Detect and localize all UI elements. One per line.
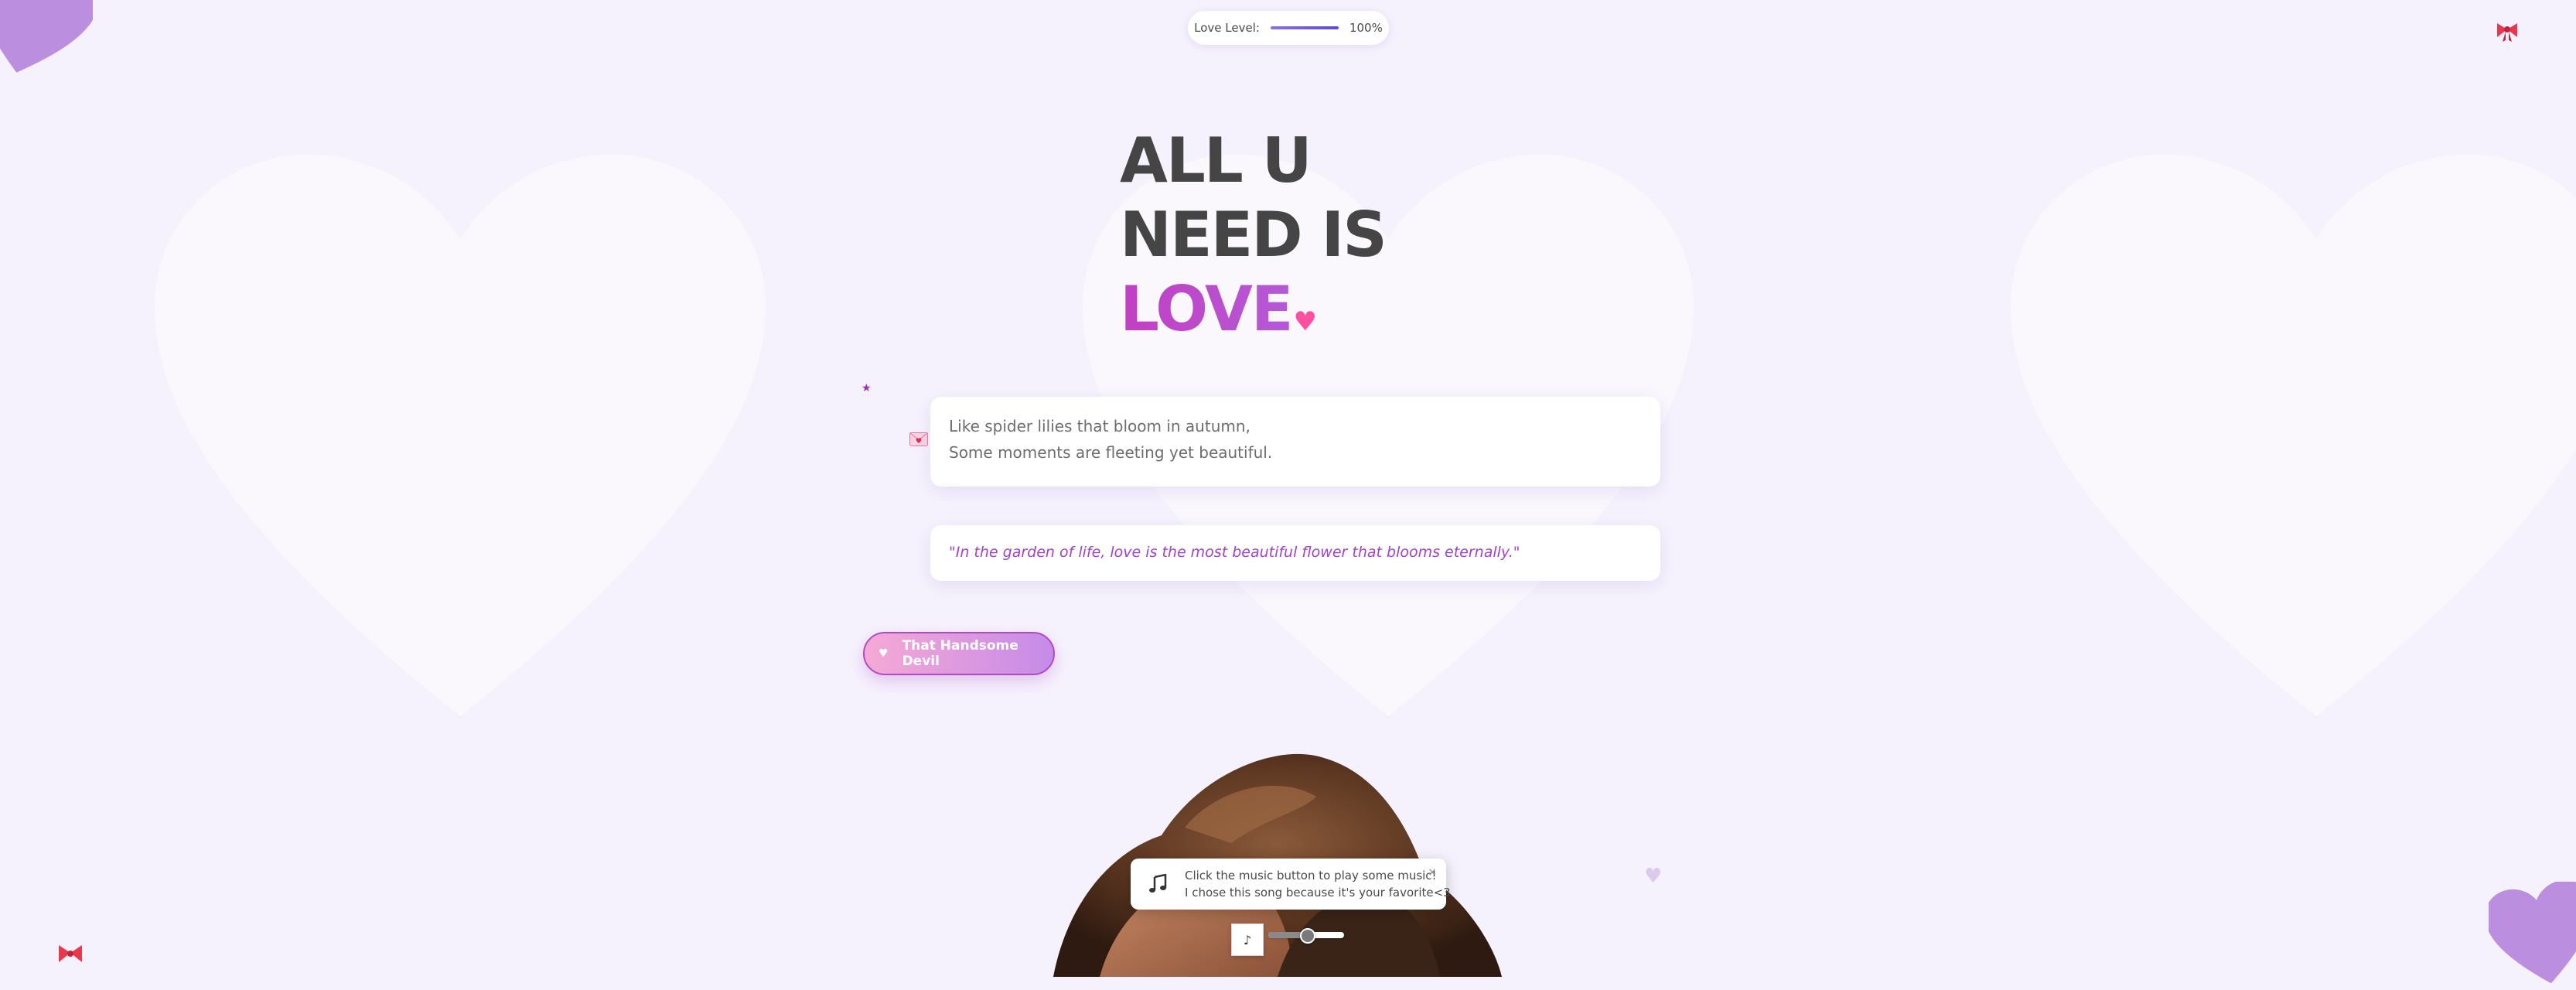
headline-line-2: NEED IS <box>1120 199 1387 271</box>
envelope-heart-icon <box>909 432 928 446</box>
close-icon[interactable]: × <box>1428 866 1437 879</box>
music-notification: Click the music button to play some musi… <box>1131 859 1451 910</box>
small-heart-icon: ♥ <box>1644 865 1663 888</box>
love-level-value: 100% <box>1349 21 1383 35</box>
music-note-icon <box>1149 874 1167 893</box>
love-level-meter: Love Level: 100% <box>1188 11 1389 45</box>
background-heart-left <box>155 155 766 717</box>
headline: ALL U NEED IS LOVE♥ <box>1120 124 1387 359</box>
poem-line-2: Some moments are fleeting yet beautiful. <box>949 443 1273 462</box>
volume-slider[interactable] <box>1268 928 1344 944</box>
bow-icon-bottom-left <box>59 945 82 962</box>
love-level-fill <box>1270 26 1339 29</box>
handsome-devil-button[interactable]: ♥ That Handsome Devil <box>863 632 1055 675</box>
quote-text: "In the garden of life, love is the most… <box>949 544 1520 561</box>
corner-heart-top-left-icon <box>0 0 93 73</box>
love-level-track <box>1270 26 1339 29</box>
poem-line-1: Like spider lilies that bloom in autumn, <box>949 417 1250 435</box>
music-notification-line-1: Click the music button to play some musi… <box>1185 869 1437 882</box>
headline-line-1: ALL U <box>1120 125 1312 196</box>
heart-icon: ♥ <box>879 647 889 660</box>
volume-thumb[interactable] <box>1300 928 1315 944</box>
music-notification-line-2: I chose this song because it's your favo… <box>1185 886 1451 900</box>
poem-card: Like spider lilies that bloom in autumn,… <box>930 397 1660 486</box>
music-play-button[interactable]: ♪ <box>1231 923 1264 956</box>
handsome-devil-label: That Handsome Devil <box>902 638 1018 669</box>
heart-icon: ♥ <box>1293 306 1318 337</box>
music-note-icon: ♪ <box>1243 932 1252 947</box>
headline-line-3: LOVE♥ <box>1120 272 1386 359</box>
quote-card: "In the garden of life, love is the most… <box>930 525 1660 581</box>
star-icon: ★ <box>862 382 872 394</box>
corner-heart-bottom-right-icon <box>2489 882 2576 984</box>
bow-icon <box>2497 23 2517 42</box>
love-level-label: Love Level: <box>1194 21 1260 35</box>
background-heart-right <box>2011 155 2576 717</box>
headline-love-word: LOVE <box>1120 273 1294 345</box>
